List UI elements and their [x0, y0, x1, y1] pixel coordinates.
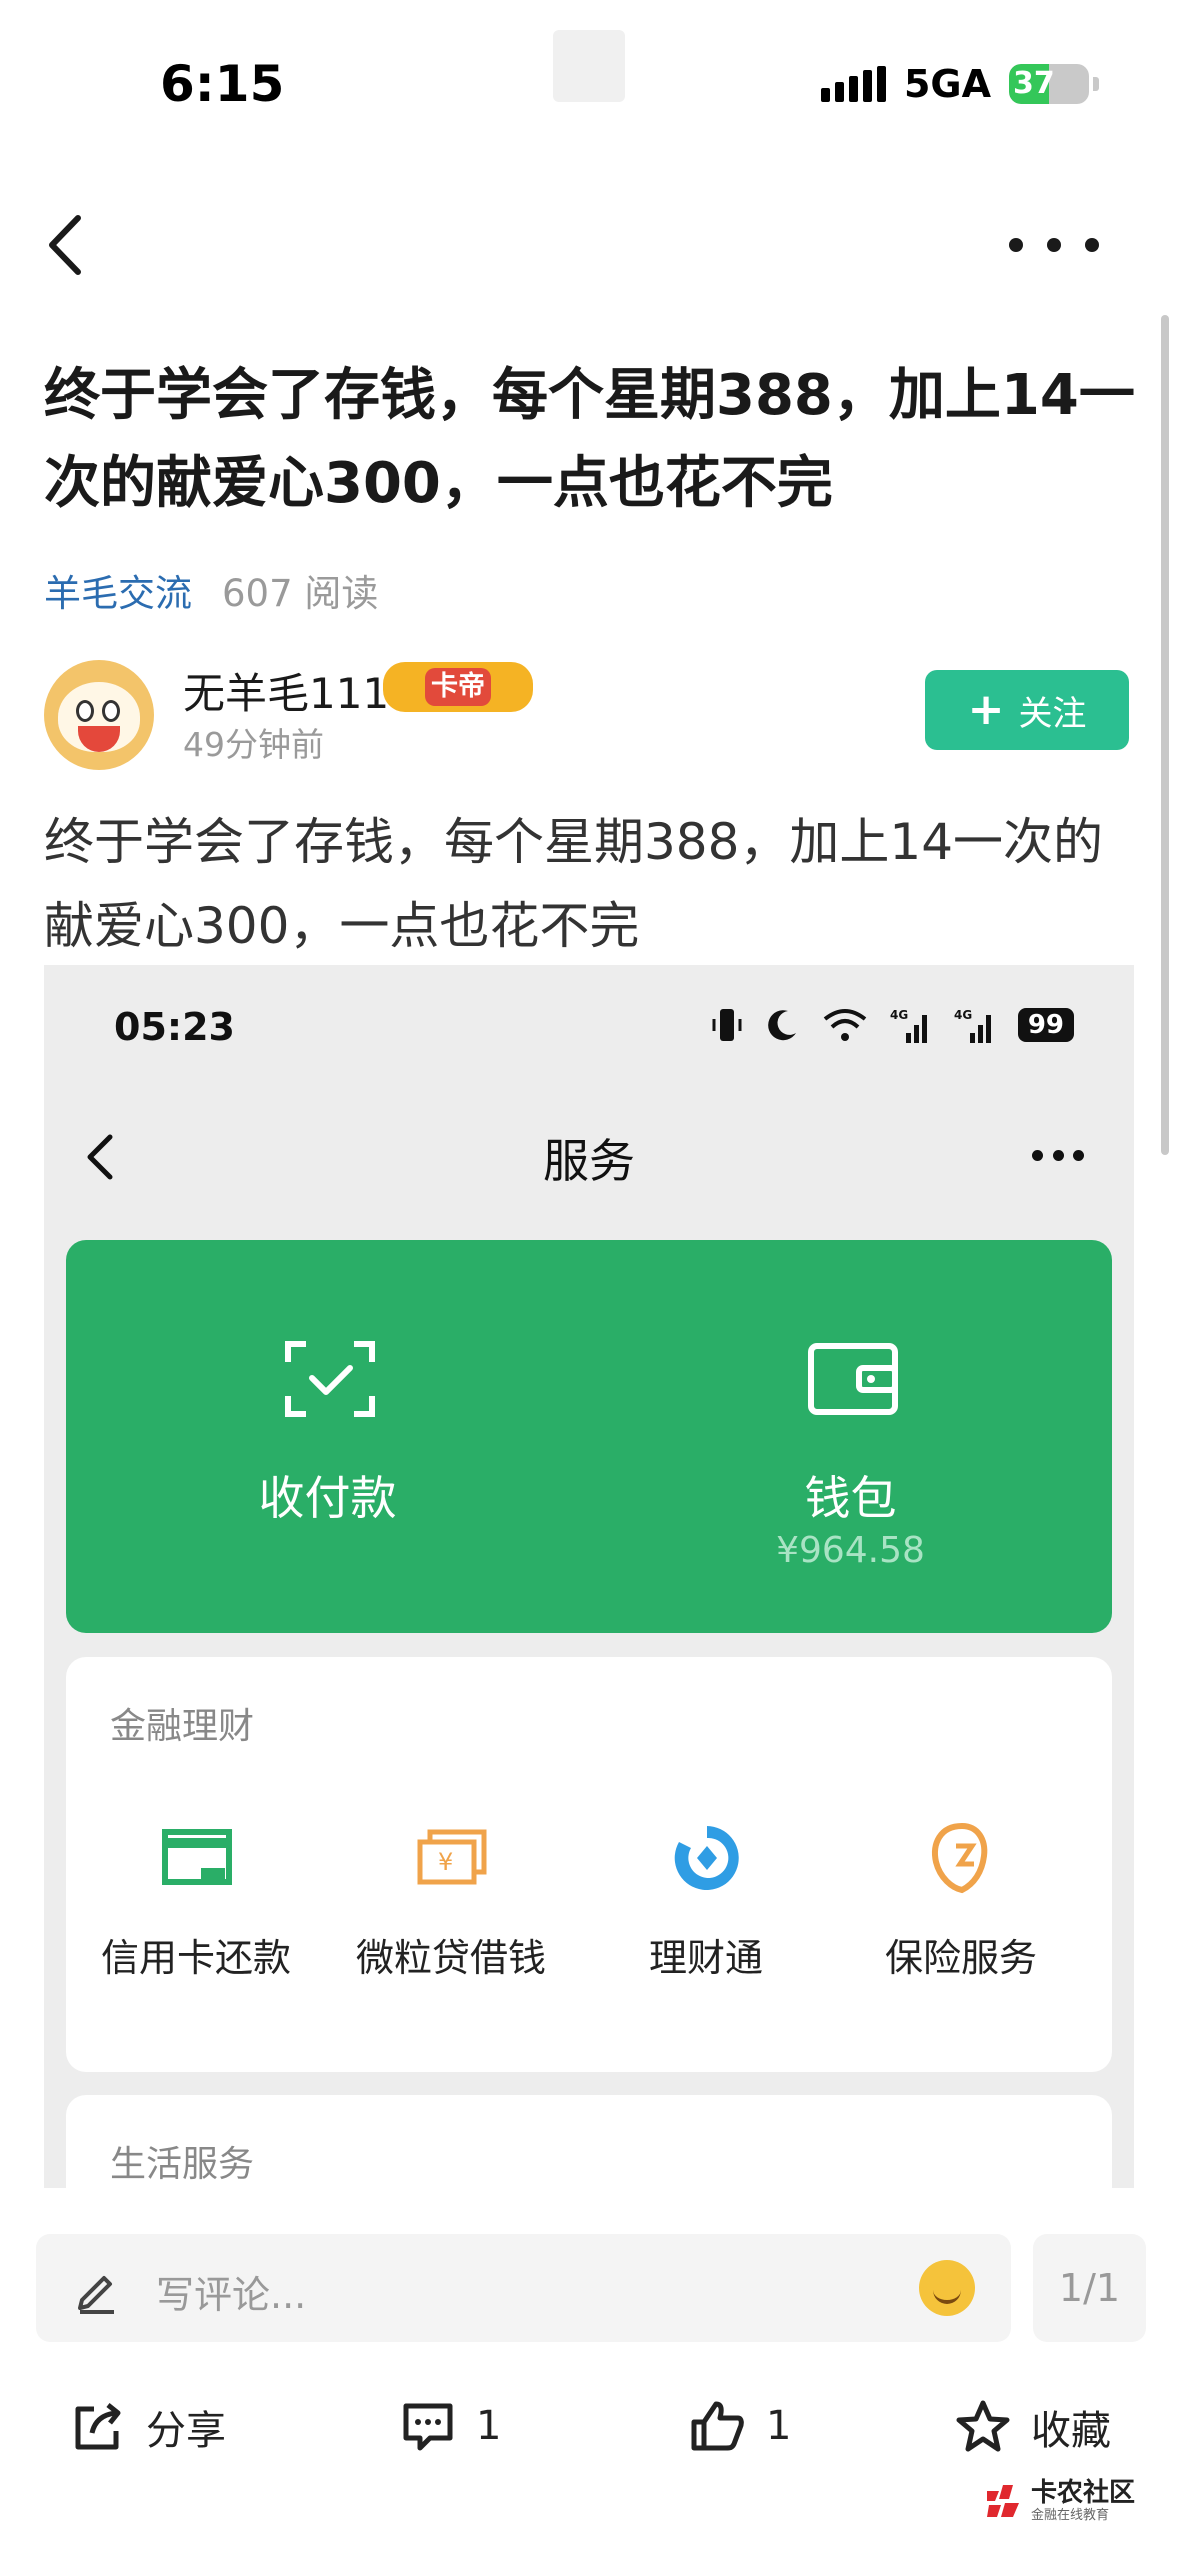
- life-services-title: 生活服务: [110, 2144, 255, 2185]
- star-icon: [956, 2400, 1010, 2452]
- life-services-card: 生活服务: [66, 2095, 1112, 2188]
- wallet-item: 钱包 ¥964.58: [589, 1240, 1112, 1633]
- status-bar: 6:15 5GA 37: [0, 0, 1179, 150]
- finance-item-label: 保险服务: [884, 1936, 1037, 1980]
- favorite-label: 收藏: [1031, 2408, 1111, 2454]
- camera-indicator: [553, 30, 625, 102]
- favorite-button[interactable]: 收藏: [955, 2398, 1111, 2456]
- like-count: 1: [766, 2403, 792, 2449]
- post-meta: 羊毛交流 607 阅读: [44, 563, 378, 617]
- kanong-logo-icon: [987, 2485, 1019, 2517]
- insurance-icon: [932, 1822, 988, 1894]
- battery-icon: 37: [1009, 64, 1089, 104]
- share-icon: [75, 2403, 121, 2450]
- wallet-label: 钱包: [804, 1471, 897, 1525]
- follow-label: 关注: [1018, 693, 1087, 734]
- battery-level: 37: [1013, 66, 1055, 101]
- badge-label: 卡帝: [425, 668, 491, 706]
- dot: [1085, 238, 1099, 252]
- dot: [1047, 238, 1061, 252]
- finance-item-label: 理财通: [648, 1936, 763, 1980]
- finance-title: 金融理财: [110, 1706, 255, 1747]
- vibrate-icon: [712, 1009, 742, 1041]
- watermark-main: 卡农社区: [1031, 2478, 1136, 2508]
- comment-count: 1: [476, 2403, 502, 2449]
- chevron-left-icon: [49, 215, 81, 275]
- share-button[interactable]: 分享: [70, 2398, 226, 2456]
- page-counter[interactable]: 1/1: [1033, 2234, 1146, 2342]
- category-link[interactable]: 羊毛交流: [44, 563, 192, 617]
- author-name[interactable]: 无羊毛111: [183, 660, 389, 721]
- svg-text:4G: 4G: [890, 1008, 908, 1022]
- payment-wallet-card: 收付款 钱包 ¥964.58: [66, 1240, 1112, 1633]
- finance-item-loan: ¥ 微粒贷借钱: [321, 1822, 576, 2022]
- finance-item-insurance: 保险服务: [831, 1822, 1086, 2022]
- thumbs-up-icon: [691, 2401, 744, 2451]
- status-icons: 5GA 37: [820, 62, 1099, 106]
- signal-icon: [820, 66, 886, 102]
- dot: [1009, 238, 1023, 252]
- status-time: 6:15: [160, 55, 285, 113]
- watermark-sub: 金融在线教育: [1031, 2508, 1110, 2523]
- wallet-amount: ¥964.58: [776, 1530, 925, 1571]
- embedded-title: 服务: [543, 1134, 635, 1188]
- scan-check-icon: [285, 1341, 375, 1417]
- network-type: 5GA: [903, 62, 991, 106]
- comment-button[interactable]: 1: [400, 2398, 501, 2454]
- embedded-screenshot[interactable]: 05:23 4G 4G 99 服务 收付款 钱包 ¥964.58 金融理财 信用…: [44, 965, 1134, 2188]
- svg-text:¥: ¥: [438, 1848, 453, 1876]
- svg-text:4G: 4G: [954, 1008, 972, 1022]
- cellular-4g-icon: 4G: [890, 1008, 927, 1043]
- follow-button[interactable]: + 关注: [925, 670, 1129, 750]
- embedded-time: 05:23: [114, 1005, 235, 1049]
- pay-receive-item: 收付款: [66, 1240, 589, 1633]
- wallet-icon: [808, 1343, 898, 1415]
- pay-receive-label: 收付款: [258, 1471, 397, 1525]
- finance-card: 金融理财 信用卡还款 ¥ 微粒贷借钱 理财通 保险服务: [66, 1657, 1112, 2072]
- like-button[interactable]: 1: [690, 2398, 791, 2454]
- embedded-status-icons: 4G 4G 99: [712, 1007, 1074, 1043]
- read-count: 607 阅读: [222, 572, 379, 615]
- finance-item-wealth: 理财通: [576, 1822, 831, 2022]
- post-body: 终于学会了存钱，每个星期388，加上14一次的献爱心300，一点也花不完: [44, 813, 1104, 955]
- watermark: 卡农社区 金融在线教育: [983, 2478, 1135, 2524]
- back-button[interactable]: [40, 210, 100, 280]
- finance-item-label: 微粒贷借钱: [355, 1936, 546, 1980]
- comment-input[interactable]: 写评论...: [36, 2234, 1011, 2342]
- credit-card-icon: [162, 1829, 232, 1885]
- loan-icon: ¥: [417, 1829, 487, 1885]
- post-time: 49分钟前: [183, 725, 324, 764]
- embedded-more-icon: [1032, 1150, 1084, 1162]
- moon-icon: [767, 1010, 796, 1041]
- post-title: 终于学会了存钱，每个星期388，加上14一次的献爱心300，一点也花不完: [44, 363, 1135, 516]
- cellular-4g-icon: 4G: [954, 1008, 991, 1043]
- wealth-icon: [674, 1826, 739, 1890]
- share-label: 分享: [146, 2408, 226, 2454]
- embedded-battery: 99: [1017, 1008, 1074, 1042]
- wifi-icon: [823, 1009, 867, 1041]
- avatar[interactable]: [44, 660, 154, 770]
- more-options-button[interactable]: [1009, 225, 1099, 265]
- crown-badge-icon: 卡帝: [383, 662, 533, 712]
- emoji-icon[interactable]: [919, 2260, 975, 2316]
- finance-item-label: 信用卡还款: [100, 1936, 291, 1980]
- finance-item-credit-card: 信用卡还款: [66, 1822, 321, 2022]
- comment-icon: [403, 2403, 453, 2451]
- plus-icon: +: [967, 684, 1005, 735]
- comment-placeholder: 写评论...: [156, 2273, 307, 2317]
- battery-tip: [1093, 77, 1099, 91]
- scrollbar[interactable]: [1161, 315, 1169, 1155]
- pen-icon: [78, 2276, 114, 2314]
